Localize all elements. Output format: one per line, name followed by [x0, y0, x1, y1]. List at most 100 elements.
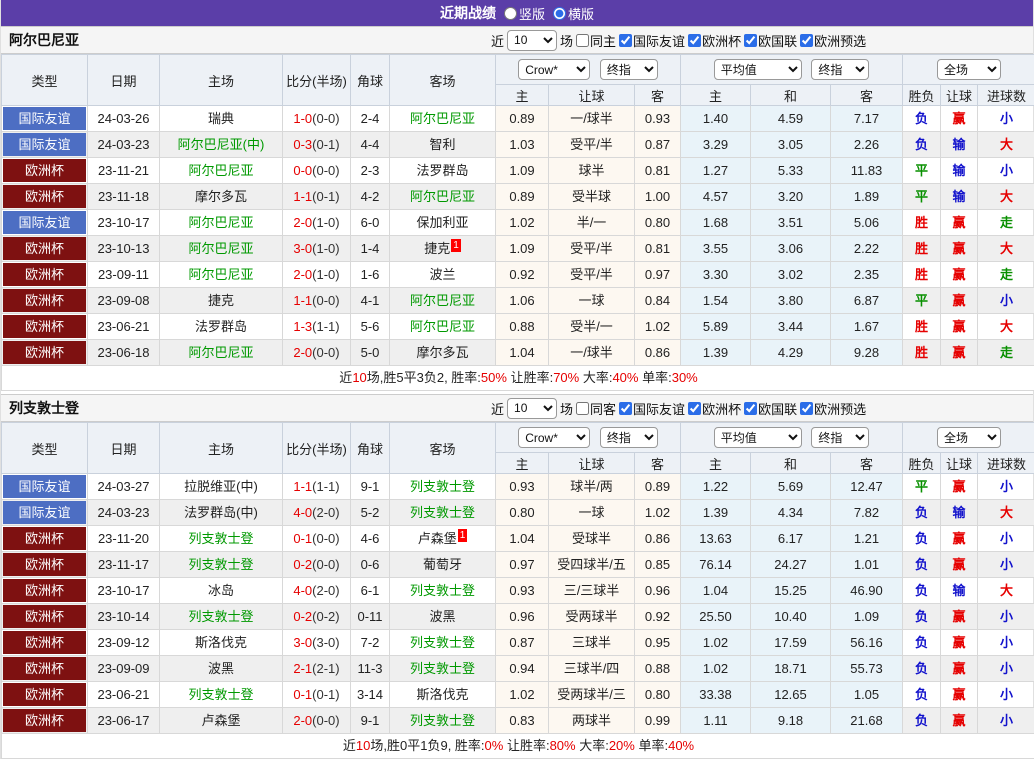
layout-option-vertical[interactable]: 竖版	[504, 4, 545, 23]
same-venue-checkbox[interactable]	[576, 402, 589, 415]
match-count-select[interactable]: 10	[507, 30, 557, 51]
match-date: 24-03-26	[88, 106, 160, 132]
comp-filter-eurocup[interactable]: 欧洲杯	[688, 399, 741, 418]
home-team-cell: 阿尔巴尼亚(中)	[160, 132, 283, 158]
avg-home-odds: 1.40	[681, 106, 751, 132]
result-goals: 走	[978, 262, 1034, 288]
euroqualifier-checkbox[interactable]	[800, 402, 813, 415]
away-odds: 0.99	[635, 708, 681, 734]
half-time-score: (1-0)	[312, 267, 339, 282]
odds-stage-select[interactable]: 终指	[600, 427, 658, 448]
avg-home-odds: 3.29	[681, 132, 751, 158]
handicap-line: 受两球半	[549, 604, 635, 630]
col-home: 主场	[160, 55, 283, 106]
col-result-handicap: 让球	[941, 453, 978, 474]
away-team-name: 阿尔巴尼亚	[410, 293, 475, 308]
home-team-name: 阿尔巴尼亚	[188, 345, 253, 360]
horizontal-layout-radio[interactable]	[553, 7, 566, 20]
home-team-name: 阿尔巴尼亚	[188, 163, 253, 178]
avg-stage-select[interactable]: 终指	[811, 59, 869, 80]
comp-filter-nationsleague[interactable]: 欧国联	[744, 399, 797, 418]
full-time-score: 0-0	[293, 163, 312, 178]
result-handicap: 赢	[941, 552, 978, 578]
competition-badge: 欧洲杯	[3, 605, 86, 628]
handicap-line: 三球半	[549, 630, 635, 656]
col-avg-draw: 和	[751, 453, 831, 474]
eurocup-checkbox[interactable]	[688, 402, 701, 415]
same-venue-label: 同客	[590, 399, 616, 418]
euroqualifier-checkbox[interactable]	[800, 34, 813, 47]
home-odds: 0.80	[496, 500, 549, 526]
comp-filter-nationsleague[interactable]: 欧国联	[744, 31, 797, 50]
home-odds: 0.89	[496, 106, 549, 132]
friendly-checkbox[interactable]	[619, 402, 632, 415]
comp-filter-euroqualifier[interactable]: 欧洲预选	[800, 399, 866, 418]
result-goals: 小	[978, 552, 1034, 578]
nationsleague-checkbox[interactable]	[744, 34, 757, 47]
comp-filter-friendly[interactable]: 国际友谊	[619, 399, 685, 418]
scope-select[interactable]: 全场	[937, 59, 1001, 80]
result-wdl: 胜	[903, 340, 941, 366]
score-cell: 0-0(0-0)	[283, 158, 351, 184]
summary-text: 40%	[612, 370, 638, 385]
comp-filter-euroqualifier[interactable]: 欧洲预选	[800, 31, 866, 50]
half-time-score: (0-0)	[312, 293, 339, 308]
match-row: 国际友谊24-03-27拉脱维亚(中)1-1(1-1)9-1列支敦士登0.93球…	[2, 474, 1034, 500]
full-time-score: 2-0	[293, 267, 312, 282]
avg-source-select[interactable]: 平均值	[714, 427, 802, 448]
home-team-cell: 瑞典	[160, 106, 283, 132]
same-venue-checkbox[interactable]	[576, 34, 589, 47]
home-team-name: 斯洛伐克	[195, 635, 247, 650]
score-cell: 0-1(0-1)	[283, 682, 351, 708]
result-goals: 小	[978, 288, 1034, 314]
match-date: 23-06-18	[88, 340, 160, 366]
layout-option-horizontal[interactable]: 横版	[553, 4, 594, 23]
vertical-layout-radio[interactable]	[504, 7, 517, 20]
match-count-select[interactable]: 10	[507, 398, 557, 419]
result-handicap: 赢	[941, 288, 978, 314]
match-row: 国际友谊24-03-23阿尔巴尼亚(中)0-3(0-1)4-4智利1.03受平/…	[2, 132, 1034, 158]
odds-source-select[interactable]: Crow*	[518, 59, 590, 80]
home-team-cell: 阿尔巴尼亚	[160, 262, 283, 288]
odds-source-select[interactable]: Crow*	[518, 427, 590, 448]
nationsleague-checkbox[interactable]	[744, 402, 757, 415]
home-team-name: 波黑	[208, 661, 234, 676]
avg-stage-select[interactable]: 终指	[811, 427, 869, 448]
match-type-cell: 欧洲杯	[2, 552, 88, 578]
match-date: 23-09-11	[88, 262, 160, 288]
avg-draw-odds: 5.33	[751, 158, 831, 184]
corner-cell: 4-1	[351, 288, 390, 314]
corner-cell: 1-4	[351, 236, 390, 262]
scope-select[interactable]: 全场	[937, 427, 1001, 448]
summary-text: 场,胜0平1负9, 胜率:	[370, 738, 484, 753]
comp-filter-friendly[interactable]: 国际友谊	[619, 31, 685, 50]
away-team-cell: 波黑	[390, 604, 496, 630]
home-team-name: 法罗群岛	[195, 319, 247, 334]
eurocup-checkbox[interactable]	[688, 34, 701, 47]
home-team-name: 阿尔巴尼亚	[188, 267, 253, 282]
friendly-checkbox[interactable]	[619, 34, 632, 47]
odds-stage-select[interactable]: 终指	[600, 59, 658, 80]
full-time-score: 4-0	[293, 505, 312, 520]
home-odds: 0.93	[496, 474, 549, 500]
same-venue-option[interactable]: 同主	[576, 31, 616, 50]
avg-draw-odds: 9.18	[751, 708, 831, 734]
summary-text: 70%	[553, 370, 579, 385]
avg-away-odds: 12.47	[831, 474, 903, 500]
result-wdl: 平	[903, 184, 941, 210]
full-time-score: 3-0	[293, 635, 312, 650]
avg-source-select[interactable]: 平均值	[714, 59, 802, 80]
home-team-cell: 阿尔巴尼亚	[160, 236, 283, 262]
result-wdl: 胜	[903, 236, 941, 262]
result-goals: 大	[978, 500, 1034, 526]
result-wdl: 胜	[903, 262, 941, 288]
away-team-name: 阿尔巴尼亚	[410, 111, 475, 126]
match-date: 23-11-21	[88, 158, 160, 184]
comp-filter-eurocup[interactable]: 欧洲杯	[688, 31, 741, 50]
near-label: 近	[491, 399, 504, 418]
match-type-cell: 国际友谊	[2, 210, 88, 236]
score-cell: 0-1(0-0)	[283, 526, 351, 552]
same-venue-option[interactable]: 同客	[576, 399, 616, 418]
col-avg-draw: 和	[751, 85, 831, 106]
handicap-line: 三/三球半	[549, 578, 635, 604]
